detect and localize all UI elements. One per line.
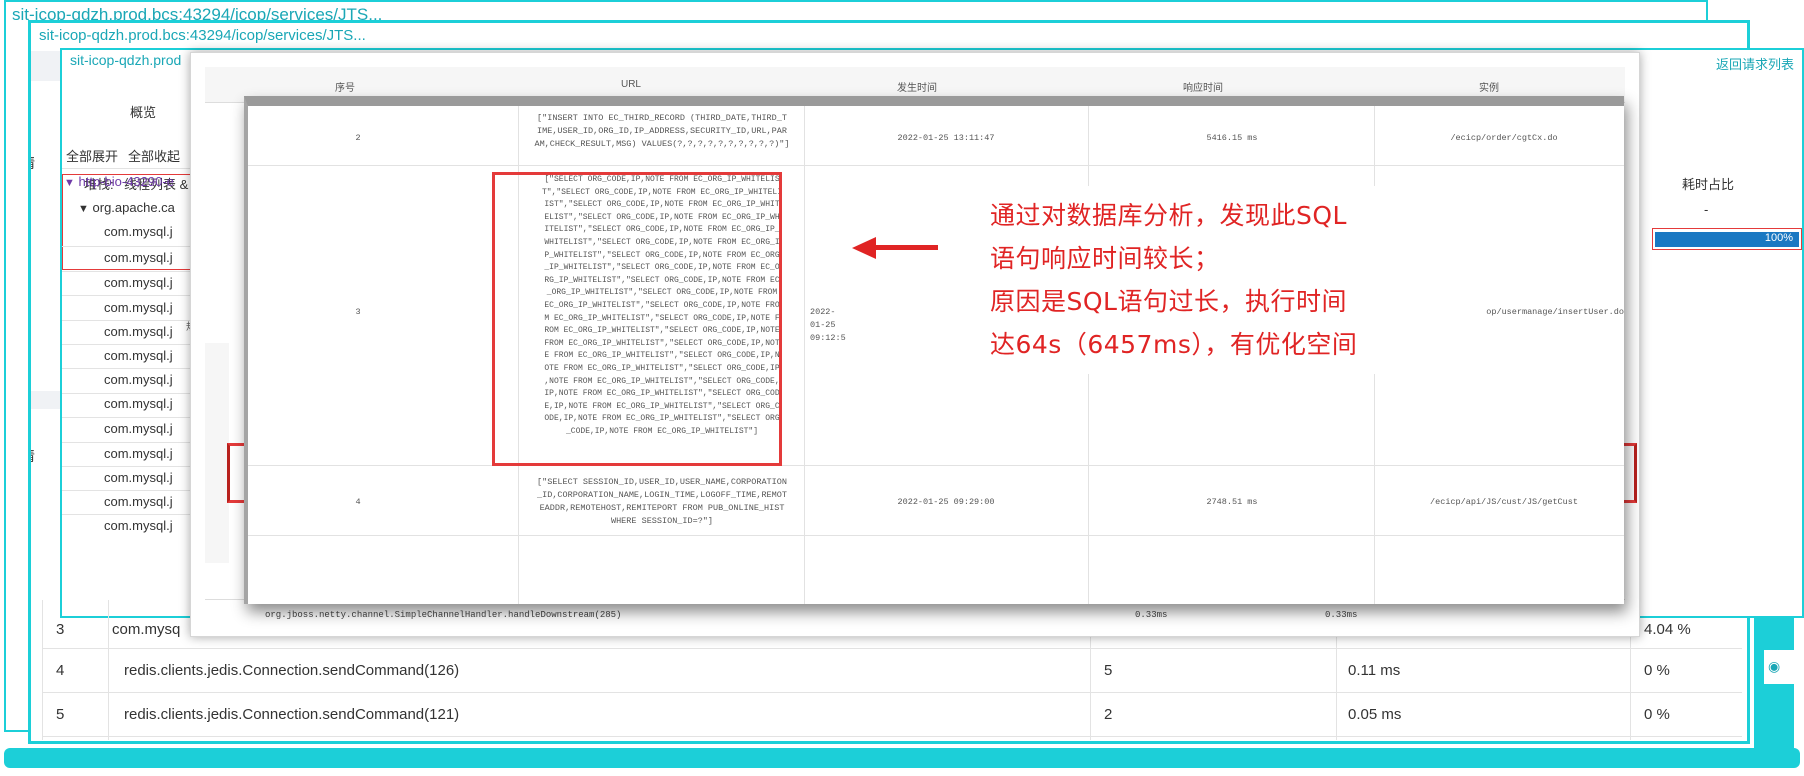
- row-method: com.mysq: [112, 621, 181, 638]
- tree-node-label: http-bio-43290-e: [78, 174, 174, 189]
- tree-node[interactable]: com.mysql.j: [104, 512, 173, 540]
- tree-node[interactable]: com.mysql.j: [104, 269, 173, 297]
- row-instance: /ecicp/api/JS/cust/JS/getCust: [1430, 497, 1578, 507]
- annotation-line-3: 原因是SQL语句过长，执行时间: [990, 287, 1347, 316]
- header-time: 发生时间: [897, 83, 937, 94]
- row-method: redis.clients.jedis.Connection.sendComma…: [124, 706, 460, 723]
- section-label-qing2: 清: [31, 446, 35, 466]
- row-number: 5: [56, 706, 65, 723]
- sql-detail-zoom: 2 ["INSERT INTO EC_THIRD_RECORD (THIRD_D…: [244, 96, 1624, 604]
- tree-node[interactable]: com.mysql.j: [104, 244, 173, 272]
- row-time: 2022-01-25 09:29:00: [897, 497, 995, 507]
- return-to-request-list-link[interactable]: 返回请求列表: [1716, 54, 1794, 73]
- tree-node-label: org.apache.ca: [92, 200, 175, 215]
- header-response: 响应时间: [1183, 83, 1223, 94]
- row-ratio: 4.04 %: [1644, 621, 1691, 638]
- section-label-qing: 请: [31, 153, 35, 173]
- table-row[interactable]: 2 ["INSERT INTO EC_THIRD_RECORD (THIRD_D…: [248, 106, 1624, 166]
- row-instance-partial: op/usermanage/insertUser.do: [1486, 307, 1624, 317]
- row-number: 3: [355, 307, 361, 317]
- row-ratio: 0 %: [1644, 706, 1670, 723]
- header-index: 序号: [335, 83, 355, 94]
- row-time: 0.11 ms: [1348, 662, 1401, 679]
- eye-icon[interactable]: ◉: [1768, 658, 1780, 675]
- tree-node[interactable]: com.mysql.j: [104, 218, 173, 246]
- row-number: 4: [56, 662, 65, 679]
- tree-node-root[interactable]: ▼ http-bio-43290-e: [64, 168, 174, 196]
- ratio-column-header: 耗时占比: [1682, 177, 1735, 192]
- header-instance: 实例: [1479, 83, 1499, 94]
- window-bottom-edge: [4, 748, 1800, 768]
- row-instance: /ecicp/order/cgtCx.do: [1450, 133, 1558, 143]
- table-row[interactable]: 5 redis.clients.jedis.Connection.sendCom…: [42, 692, 1742, 736]
- annotation-line-1: 通过对数据库分析，发现此SQL: [990, 201, 1347, 230]
- table-row-number-1: 1: [28, 463, 30, 478]
- expand-all-button[interactable]: 全部展开: [66, 146, 118, 165]
- collapse-all-button[interactable]: 全部收起: [128, 146, 180, 165]
- annotation-line-2: 语句响应时间较长；: [990, 244, 1220, 273]
- long-sql-highlight: [492, 172, 782, 466]
- caret-down-icon[interactable]: ▼: [64, 177, 75, 189]
- annotation-line-4: 达64s（6457ms），有优化空间: [990, 330, 1358, 359]
- row-count: 5: [1104, 662, 1113, 679]
- row-count: 2: [1104, 706, 1113, 723]
- row-number: 4: [355, 497, 361, 507]
- main-window-title: sit-icop-qdzh.prod: [70, 52, 182, 68]
- footer-method: org.jboss.netty.channel.SimpleChannelHan…: [265, 610, 622, 620]
- row-sql: ["INSERT INTO EC_THIRD_RECORD (THIRD_DAT…: [534, 113, 790, 149]
- tree-node[interactable]: com.mysql.j: [104, 390, 173, 418]
- row-number: 3: [56, 621, 65, 638]
- footer-time-2: 0.33ms: [1325, 610, 1358, 620]
- row-number: 2: [355, 133, 361, 143]
- table-row[interactable]: 4 redis.clients.jedis.Connection.sendCom…: [42, 648, 1742, 692]
- header-url: URL: [620, 79, 642, 90]
- row-sql: ["SELECT SESSION_ID,USER_ID,USER_NAME,CO…: [537, 477, 787, 526]
- ratio-dash: -: [1704, 202, 1709, 217]
- row-method: redis.clients.jedis.Connection.sendComma…: [124, 662, 460, 679]
- duration-percent: 100%: [1764, 232, 1793, 244]
- row-response: 2748.51 ms: [1206, 497, 1258, 507]
- tree-node[interactable]: com.mysql.j: [104, 415, 173, 443]
- row-ratio: 0 %: [1644, 662, 1670, 679]
- table-row[interactable]: 4 ["SELECT SESSION_ID,USER_ID,USER_NAME,…: [248, 466, 1624, 536]
- analysis-annotation: 通过对数据库分析，发现此SQL 语句响应时间较长； 原因是SQL语句过长，执行时…: [986, 186, 1386, 374]
- footer-time-1: 0.33ms: [1135, 610, 1168, 620]
- middle-window-title: sit-icop-qdzh.prod.bcs:43294/icop/servic…: [39, 27, 366, 44]
- row-time: 0.05 ms: [1348, 706, 1402, 723]
- table-row-number-2: 2: [28, 499, 30, 514]
- tab-overview[interactable]: 概览: [130, 102, 156, 121]
- row-time-partial: 2022-01-25 09:12:5: [810, 307, 846, 343]
- window-right-edge: [1754, 614, 1794, 762]
- row-time: 2022-01-25 13:11:47: [897, 133, 995, 143]
- caret-down-icon[interactable]: ▼: [78, 203, 89, 215]
- progress-highlight-box: 100%: [1652, 228, 1802, 250]
- arrow-left-icon: [852, 237, 876, 259]
- table-row[interactable]: 3 ["SELECT ORG_CODE,IP,NOTE FROM EC_ORG_…: [248, 166, 1624, 466]
- row-response: 5416.15 ms: [1206, 133, 1258, 143]
